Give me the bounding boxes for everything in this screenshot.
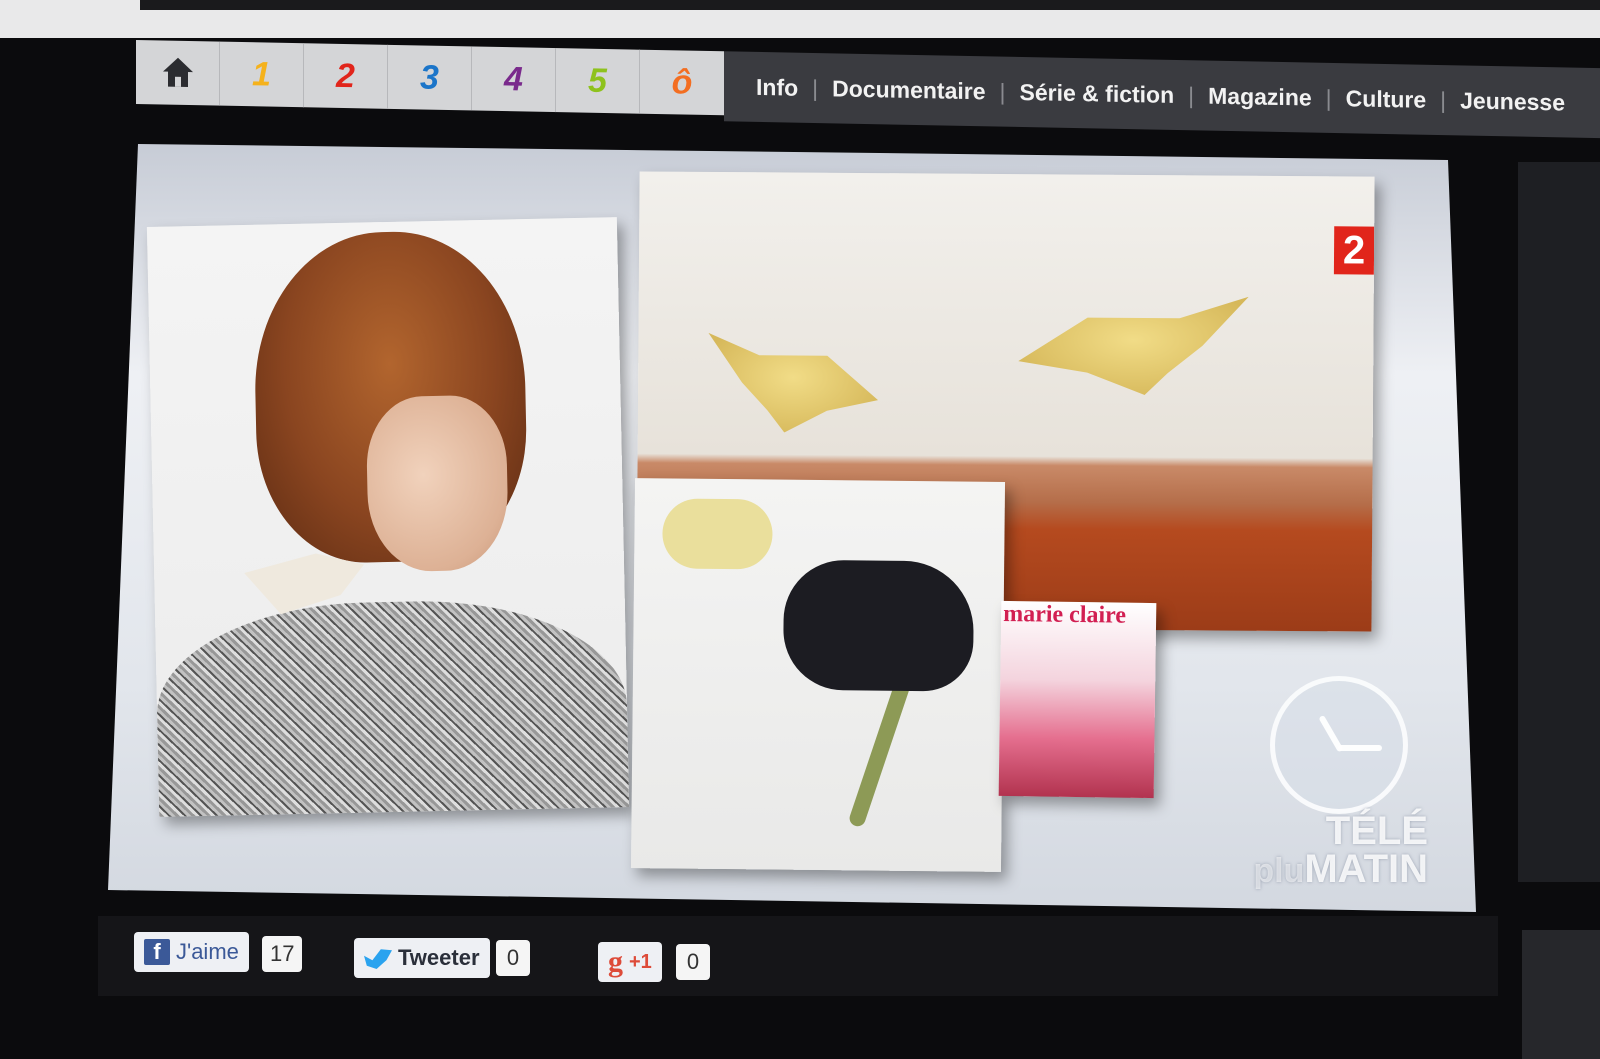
channel-5[interactable]: 5: [556, 48, 640, 114]
channel-1-logo: 1: [252, 54, 271, 94]
channel-2-watermark: 2: [1333, 226, 1375, 275]
sweater-pattern: [154, 597, 630, 817]
show-logo-line1: TÉLÉ: [1325, 809, 1428, 853]
face-shape: [365, 394, 510, 573]
cloud-shape: [662, 498, 773, 570]
menu-serie-fiction[interactable]: Série & fiction: [1006, 78, 1189, 109]
category-menu: Info | Documentaire | Série & fiction | …: [724, 51, 1600, 139]
share-bar: f J'aime 17 Tweeter 0 g +1 0: [98, 916, 1498, 996]
menu-jeunesse[interactable]: Jeunesse: [1446, 87, 1579, 117]
channel-3[interactable]: 3: [388, 44, 472, 111]
channel-o-logo: ô: [671, 62, 693, 102]
magazine-cover: marie claire: [998, 600, 1157, 799]
facebook-icon: f: [144, 939, 170, 965]
show-logo-line2: MATIN: [1304, 847, 1428, 891]
facebook-like-count: 17: [262, 936, 303, 972]
clock-icon: [1270, 676, 1408, 814]
channel-1[interactable]: 1: [220, 41, 304, 108]
channel-list: 1 2 3 4 5 ô: [136, 40, 724, 116]
tweet-button[interactable]: Tweeter: [354, 938, 490, 978]
facebook-like-button[interactable]: f J'aime: [134, 932, 249, 972]
facebook-like-label: J'aime: [176, 939, 239, 964]
magazine-title: marie claire: [1003, 600, 1127, 629]
google-plus-one-button[interactable]: g +1: [598, 942, 662, 982]
browser-top-area: [0, 0, 1600, 38]
twitter-bird-icon: [364, 949, 392, 969]
channel-2-logo: 2: [336, 56, 355, 95]
flower-brooch-photo: [630, 478, 1006, 872]
tweet-count: 0: [496, 940, 530, 976]
portrait-photo: [146, 217, 630, 817]
black-flower: [782, 559, 975, 692]
paper-bird: [1018, 284, 1249, 396]
top-strip: [140, 0, 1600, 10]
channel-navigation: 1 2 3 4 5 ô Info | Documentaire | Série …: [136, 40, 1600, 139]
tweet-label: Tweeter: [398, 945, 480, 970]
side-panel-lower: [1522, 930, 1600, 1059]
menu-magazine[interactable]: Magazine: [1194, 82, 1326, 112]
clock-minute-hand: [1338, 745, 1382, 751]
channel-o[interactable]: ô: [640, 50, 724, 116]
google-plus-one-label: +1: [629, 950, 652, 973]
channel-3-logo: 3: [420, 57, 439, 97]
menu-info[interactable]: Info: [742, 73, 812, 101]
channel-5-logo: 5: [588, 61, 607, 100]
channel-4[interactable]: 4: [472, 46, 556, 113]
google-plus-icon: g: [608, 945, 623, 978]
channel-home[interactable]: [136, 40, 220, 106]
home-icon: [162, 57, 193, 89]
menu-culture[interactable]: Culture: [1332, 84, 1441, 113]
video-player[interactable]: 2 marie claire TÉLÉ pluMATIN: [108, 144, 1476, 912]
side-panel: [1518, 162, 1600, 882]
show-logo: TÉLÉ pluMATIN: [1208, 809, 1428, 891]
google-plus-one-count: 0: [676, 944, 710, 980]
show-logo-prefix: plu: [1253, 852, 1305, 890]
channel-2[interactable]: 2: [304, 43, 388, 109]
paper-bird: [708, 322, 879, 433]
menu-documentaire[interactable]: Documentaire: [818, 75, 999, 105]
channel-4-logo: 4: [504, 59, 523, 98]
